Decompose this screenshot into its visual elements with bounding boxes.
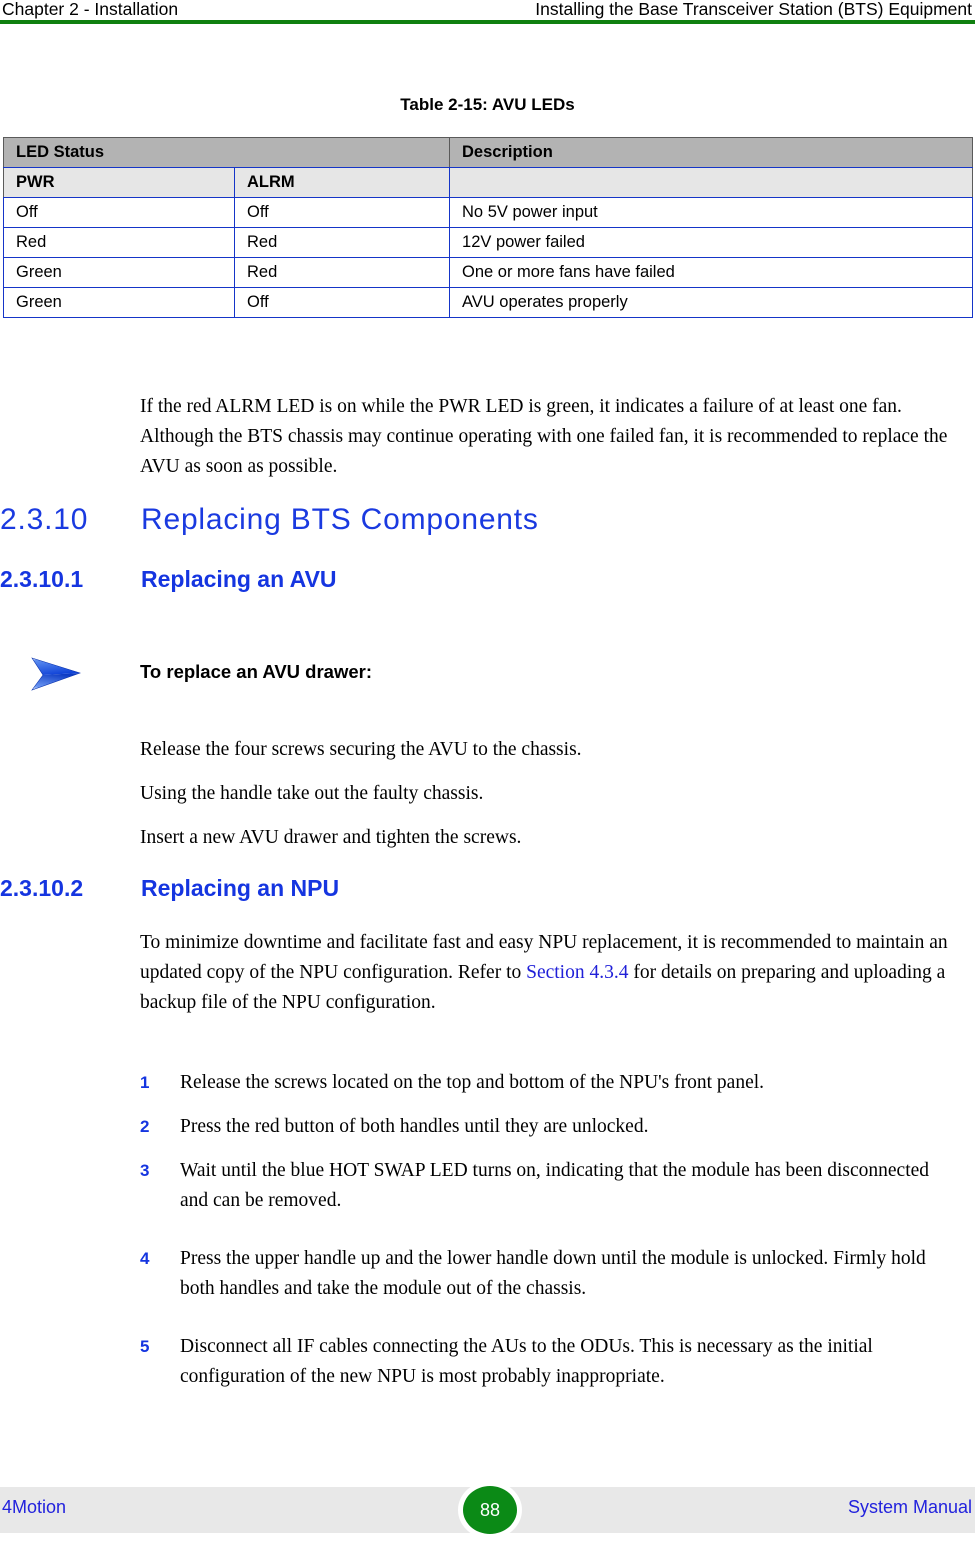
npu-intro-paragraph: To minimize downtime and facilitate fast… bbox=[140, 928, 960, 1018]
page-footer: 4Motion 88 System Manual bbox=[0, 1481, 975, 1539]
heading-2-3-10: 2.3.10 Replacing BTS Components bbox=[0, 503, 975, 537]
section-4-3-4-link[interactable]: Section 4.3.4 bbox=[526, 962, 628, 983]
page-number-badge: 88 bbox=[458, 1481, 522, 1539]
intro-paragraph: If the red ALRM LED is on while the PWR … bbox=[140, 396, 948, 477]
cell-description: 12V power failed bbox=[449, 227, 974, 258]
table-subheader-alrm: ALRM bbox=[233, 167, 451, 198]
cell-alrm: Red bbox=[233, 257, 451, 288]
procedure-title: To replace an AVU drawer: bbox=[140, 661, 372, 682]
heading-number: 2.3.10.2 bbox=[0, 875, 84, 901]
table-caption: Table 2-15: AVU LEDs bbox=[400, 95, 575, 114]
step-text: Release the screws located on the top an… bbox=[180, 1072, 765, 1093]
step-number: 3 bbox=[140, 1161, 150, 1180]
heading-number: 2.3.10 bbox=[0, 503, 89, 536]
step-text: Press the upper handle up and the lower … bbox=[180, 1248, 926, 1299]
avu-step-1: Release the four screws securing the AVU… bbox=[140, 739, 582, 760]
table-header-led-status: LED Status bbox=[2, 137, 451, 168]
header-divider-rule bbox=[0, 20, 975, 24]
step-number: 2 bbox=[140, 1117, 150, 1136]
table-subheader-blank bbox=[449, 167, 974, 198]
table-row: Green Off AVU operates properly bbox=[3, 287, 974, 318]
step-number: 5 bbox=[140, 1337, 150, 1356]
header-chapter-title: Chapter 2 - Installation bbox=[2, 0, 179, 19]
header-section-title: Installing the Base Transceiver Station … bbox=[535, 0, 972, 19]
heading-text: Replacing an AVU bbox=[141, 566, 337, 592]
step-number: 4 bbox=[140, 1249, 150, 1268]
cell-pwr: Green bbox=[3, 287, 235, 318]
blue-arrow-icon bbox=[30, 655, 84, 693]
step-text: Press the red button of both handles unt… bbox=[180, 1116, 649, 1137]
cell-description: No 5V power input bbox=[449, 197, 974, 228]
table-header-description: Description bbox=[449, 137, 974, 168]
cell-alrm: Red bbox=[233, 227, 451, 258]
table-subheader-pwr: PWR bbox=[3, 167, 235, 198]
table-row: Green Red One or more fans have failed bbox=[3, 257, 974, 288]
cell-pwr: Off bbox=[3, 197, 235, 228]
step-number: 1 bbox=[140, 1073, 150, 1092]
footer-product-name[interactable]: 4Motion bbox=[2, 1497, 66, 1518]
heading-number: 2.3.10.1 bbox=[0, 566, 84, 592]
heading-text: Replacing an NPU bbox=[141, 875, 340, 901]
heading-text: Replacing BTS Components bbox=[141, 503, 539, 536]
avu-step-3: Insert a new AVU drawer and tighten the … bbox=[140, 827, 522, 848]
step-text: Disconnect all IF cables connecting the … bbox=[180, 1336, 873, 1387]
table-header-row-main: LED Status Description bbox=[2, 137, 974, 168]
table-header-row-sub: PWR ALRM bbox=[3, 167, 974, 198]
cell-alrm: Off bbox=[233, 287, 451, 318]
cell-description: AVU operates properly bbox=[449, 287, 974, 318]
npu-step-item: 2 Press the red button of both handles u… bbox=[140, 1112, 960, 1142]
cell-pwr: Green bbox=[3, 257, 235, 288]
cell-description: One or more fans have failed bbox=[449, 257, 974, 288]
table-row: Red Red 12V power failed bbox=[3, 227, 974, 258]
footer-manual-name[interactable]: System Manual bbox=[848, 1497, 972, 1518]
npu-step-item: 4 Press the upper handle up and the lowe… bbox=[140, 1244, 960, 1304]
avu-step-2: Using the handle take out the faulty cha… bbox=[140, 783, 484, 804]
npu-step-item: 5 Disconnect all IF cables connecting th… bbox=[140, 1332, 960, 1392]
npu-step-item: 1 Release the screws located on the top … bbox=[140, 1068, 960, 1098]
heading-2-3-10-1: 2.3.10.1 Replacing an AVU bbox=[0, 566, 975, 593]
table-row: Off Off No 5V power input bbox=[3, 197, 974, 228]
procedure-heading-block: To replace an AVU drawer: bbox=[0, 655, 975, 695]
cell-pwr: Red bbox=[3, 227, 235, 258]
heading-2-3-10-2: 2.3.10.2 Replacing an NPU bbox=[0, 875, 975, 902]
cell-alrm: Off bbox=[233, 197, 451, 228]
npu-step-item: 3 Wait until the blue HOT SWAP LED turns… bbox=[140, 1156, 960, 1216]
step-text: Wait until the blue HOT SWAP LED turns o… bbox=[180, 1160, 930, 1211]
avu-leds-table: LED Status Description PWR ALRM Off Off … bbox=[2, 137, 974, 318]
